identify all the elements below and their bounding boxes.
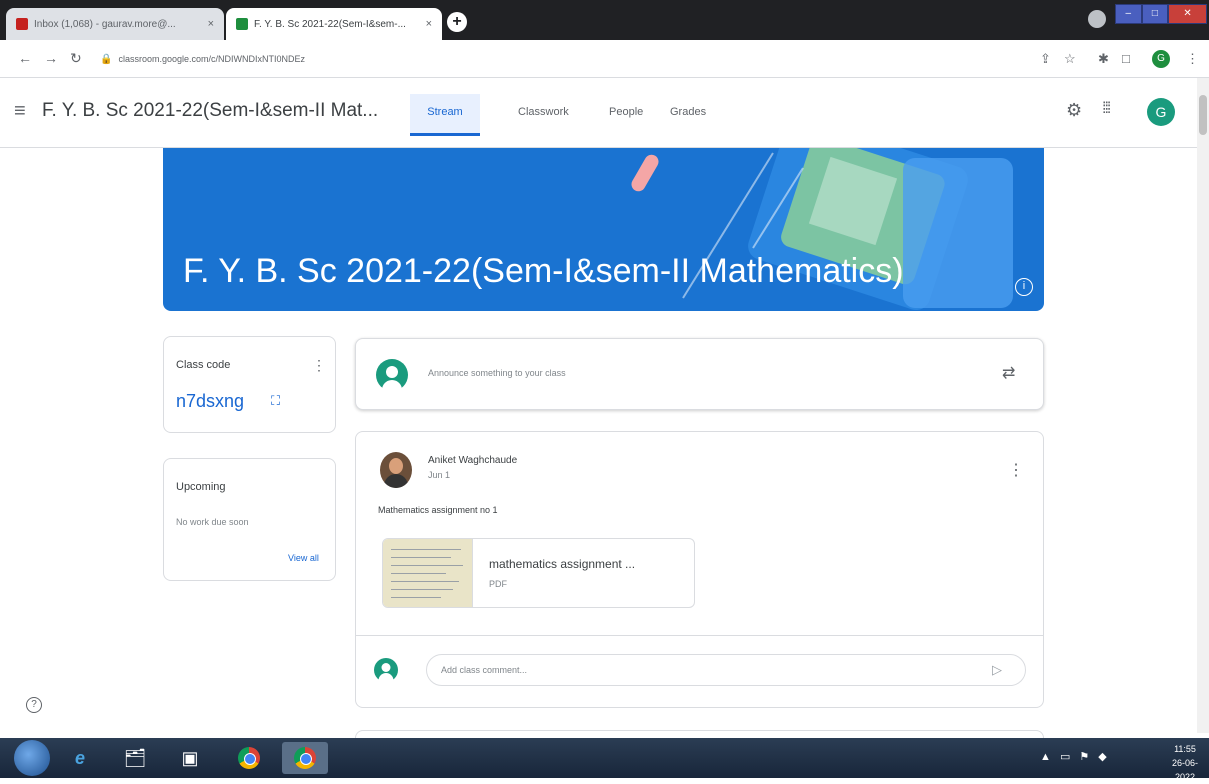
address-bar-row: ← → ↻ 🔒 classroom.google.com/c/NDIWNDIxN… bbox=[0, 40, 1209, 78]
maximize-icon[interactable]: □ bbox=[1141, 4, 1169, 24]
post-date: Jun 1 bbox=[428, 470, 451, 480]
back-icon[interactable]: ← bbox=[18, 50, 32, 66]
clock-time: 11:55 bbox=[1174, 744, 1196, 754]
comment-input[interactable]: Add class comment... bbox=[426, 654, 1026, 686]
apps-grid-icon[interactable]: ⁞⁞⁞ bbox=[1102, 100, 1111, 118]
media-player-icon[interactable]: ▣ bbox=[170, 742, 210, 774]
send-icon[interactable]: ▷ bbox=[992, 662, 1002, 678]
more-options-icon[interactable]: ⋮ bbox=[1008, 460, 1024, 480]
upcoming-title: Upcoming bbox=[176, 481, 226, 493]
clock-date: 26-06-2022 bbox=[1171, 758, 1198, 782]
account-avatar[interactable]: G bbox=[1147, 98, 1175, 126]
system-tray[interactable]: ▲ ▭ ⚑ ◆ bbox=[1040, 750, 1110, 763]
upcoming-empty-text: No work due soon bbox=[176, 517, 249, 527]
browser-menu-icon[interactable]: ⋮ bbox=[1186, 51, 1199, 67]
browser-tab-title: F. Y. B. Sc 2021-22(Sem-I&sem-... bbox=[254, 18, 406, 30]
forward-icon[interactable]: → bbox=[44, 50, 58, 66]
url-text: classroom.google.com/c/NDIWNDIxNTI0NDEz bbox=[118, 54, 305, 64]
tab-grades[interactable]: Grades bbox=[670, 106, 706, 118]
banner-title: F. Y. B. Sc 2021-22(Sem-I&sem-II Mathema… bbox=[183, 252, 904, 290]
post-author: Aniket Waghchaude bbox=[428, 455, 518, 466]
profile-icon[interactable] bbox=[1088, 10, 1106, 28]
help-icon[interactable]: ? bbox=[26, 697, 42, 713]
browser-profile-avatar[interactable]: G bbox=[1152, 50, 1170, 68]
start-button[interactable] bbox=[14, 740, 50, 776]
window-controls: – □ ✕ bbox=[1115, 4, 1208, 24]
new-tab-button[interactable]: + bbox=[447, 12, 467, 32]
internet-explorer-icon[interactable]: e bbox=[60, 742, 100, 774]
browser-tab-classroom[interactable]: F. Y. B. Sc 2021-22(Sem-I&sem-... × bbox=[226, 8, 442, 40]
tab-classwork[interactable]: Classwork bbox=[518, 106, 569, 118]
class-banner: F. Y. B. Sc 2021-22(Sem-I&sem-II Mathema… bbox=[163, 148, 1044, 311]
upcoming-card: Upcoming No work due soon View all bbox=[163, 458, 336, 581]
stream-post: Aniket Waghchaude Jun 1 ⋮ Mathematics as… bbox=[355, 431, 1044, 708]
classroom-icon bbox=[236, 18, 248, 30]
browser-tab-title: Inbox (1,068) - gaurav.more@... bbox=[34, 18, 176, 30]
lock-icon: 🔒 bbox=[100, 53, 113, 65]
repost-icon[interactable]: ⇄ bbox=[1002, 363, 1015, 383]
extensions-icon[interactable]: ✱ bbox=[1098, 51, 1109, 67]
class-code-label: Class code bbox=[176, 359, 231, 371]
announce-placeholder[interactable]: Announce something to your class bbox=[428, 368, 566, 378]
info-icon[interactable]: i bbox=[1015, 278, 1033, 296]
attachment-type: PDF bbox=[489, 579, 507, 589]
attachment-name: mathematics assignment ... bbox=[489, 557, 636, 571]
browser-tab-gmail[interactable]: Inbox (1,068) - gaurav.more@... × bbox=[6, 8, 224, 40]
gear-icon[interactable]: ⚙ bbox=[1066, 100, 1082, 121]
browser-tab-strip: Inbox (1,068) - gaurav.more@... × F. Y. … bbox=[0, 0, 1209, 40]
class-code-value: n7dsxng bbox=[176, 391, 245, 411]
pdf-attachment[interactable]: mathematics assignment ... PDF bbox=[382, 538, 695, 608]
class-title[interactable]: F. Y. B. Sc 2021-22(Sem-I&sem-II Mat... bbox=[42, 100, 378, 122]
url-bar[interactable]: 🔒 classroom.google.com/c/NDIWNDIxNTI0NDE… bbox=[100, 48, 1030, 70]
more-options-icon[interactable]: ⋮ bbox=[312, 357, 326, 374]
chrome-active-icon[interactable] bbox=[282, 742, 328, 774]
tab-stream[interactable]: Stream bbox=[410, 94, 480, 136]
tab-people[interactable]: People bbox=[609, 106, 643, 118]
classroom-header: ≡ F. Y. B. Sc 2021-22(Sem-I&sem-II Mat..… bbox=[0, 78, 1209, 148]
class-code-card: Class code ⋮ n7dsxng ⛶ bbox=[163, 336, 336, 433]
attachment-thumbnail bbox=[383, 539, 473, 607]
file-explorer-icon[interactable]: 🗂 bbox=[115, 742, 155, 774]
avatar bbox=[376, 359, 408, 394]
divider bbox=[356, 635, 1043, 636]
menu-icon[interactable]: ≡ bbox=[14, 100, 26, 123]
announce-card[interactable]: Announce something to your class ⇄ bbox=[355, 338, 1044, 410]
close-tab-icon[interactable]: × bbox=[208, 18, 214, 30]
author-avatar bbox=[380, 452, 412, 488]
avatar bbox=[374, 658, 398, 683]
reload-icon[interactable]: ↻ bbox=[70, 50, 82, 67]
minimize-icon[interactable]: – bbox=[1115, 4, 1142, 24]
windows-taskbar: e 🗂 ▣ ▲ ▭ ⚑ ◆ 11:55 26-06-2022 bbox=[0, 738, 1209, 782]
view-all-link[interactable]: View all bbox=[288, 553, 319, 563]
fullscreen-icon[interactable]: ⛶ bbox=[271, 393, 280, 409]
sidepanel-icon[interactable]: □ bbox=[1122, 51, 1130, 66]
post-text: Mathematics assignment no 1 bbox=[378, 505, 498, 515]
close-window-icon[interactable]: ✕ bbox=[1168, 4, 1208, 24]
close-tab-icon[interactable]: × bbox=[426, 18, 432, 30]
gmail-icon bbox=[16, 18, 28, 30]
share-icon[interactable]: ⇪ bbox=[1040, 51, 1051, 67]
chrome-icon[interactable] bbox=[229, 742, 269, 774]
bookmark-star-icon[interactable]: ☆ bbox=[1064, 51, 1076, 67]
scrollbar-thumb[interactable] bbox=[1199, 95, 1207, 135]
scrollbar[interactable] bbox=[1197, 78, 1209, 733]
